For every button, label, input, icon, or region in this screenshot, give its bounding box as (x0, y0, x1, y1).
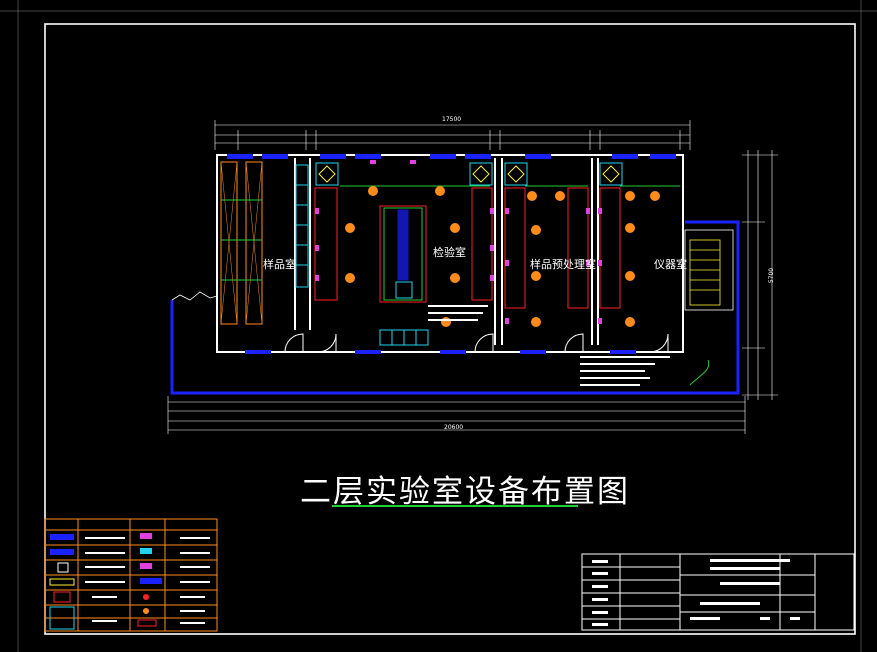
central-island (379, 205, 427, 303)
room-label-inspection: 检验室 (433, 246, 466, 259)
sample-room-shelves (220, 161, 263, 325)
exhaust-pipe (689, 359, 710, 386)
stairs (684, 229, 734, 311)
outlets (315, 160, 602, 324)
dim-overall-top: 17500 (442, 116, 462, 123)
room-label-instrument: 仪器室 (654, 258, 687, 271)
lab-benches (314, 185, 680, 309)
room-label-sample: 样品室 (263, 258, 296, 271)
dim-right-total: 5700 (768, 267, 776, 284)
drawing-notes (428, 305, 670, 386)
room-label-pretreatment: 样品预处理室 (530, 258, 596, 271)
doors (284, 333, 669, 353)
cad-drawing (0, 0, 877, 652)
top-dimensions (214, 120, 691, 150)
break-line (171, 291, 218, 301)
title-underline (332, 505, 578, 507)
dim-overall-bottom: 20600 (444, 424, 464, 431)
fume-hoods (315, 162, 623, 186)
